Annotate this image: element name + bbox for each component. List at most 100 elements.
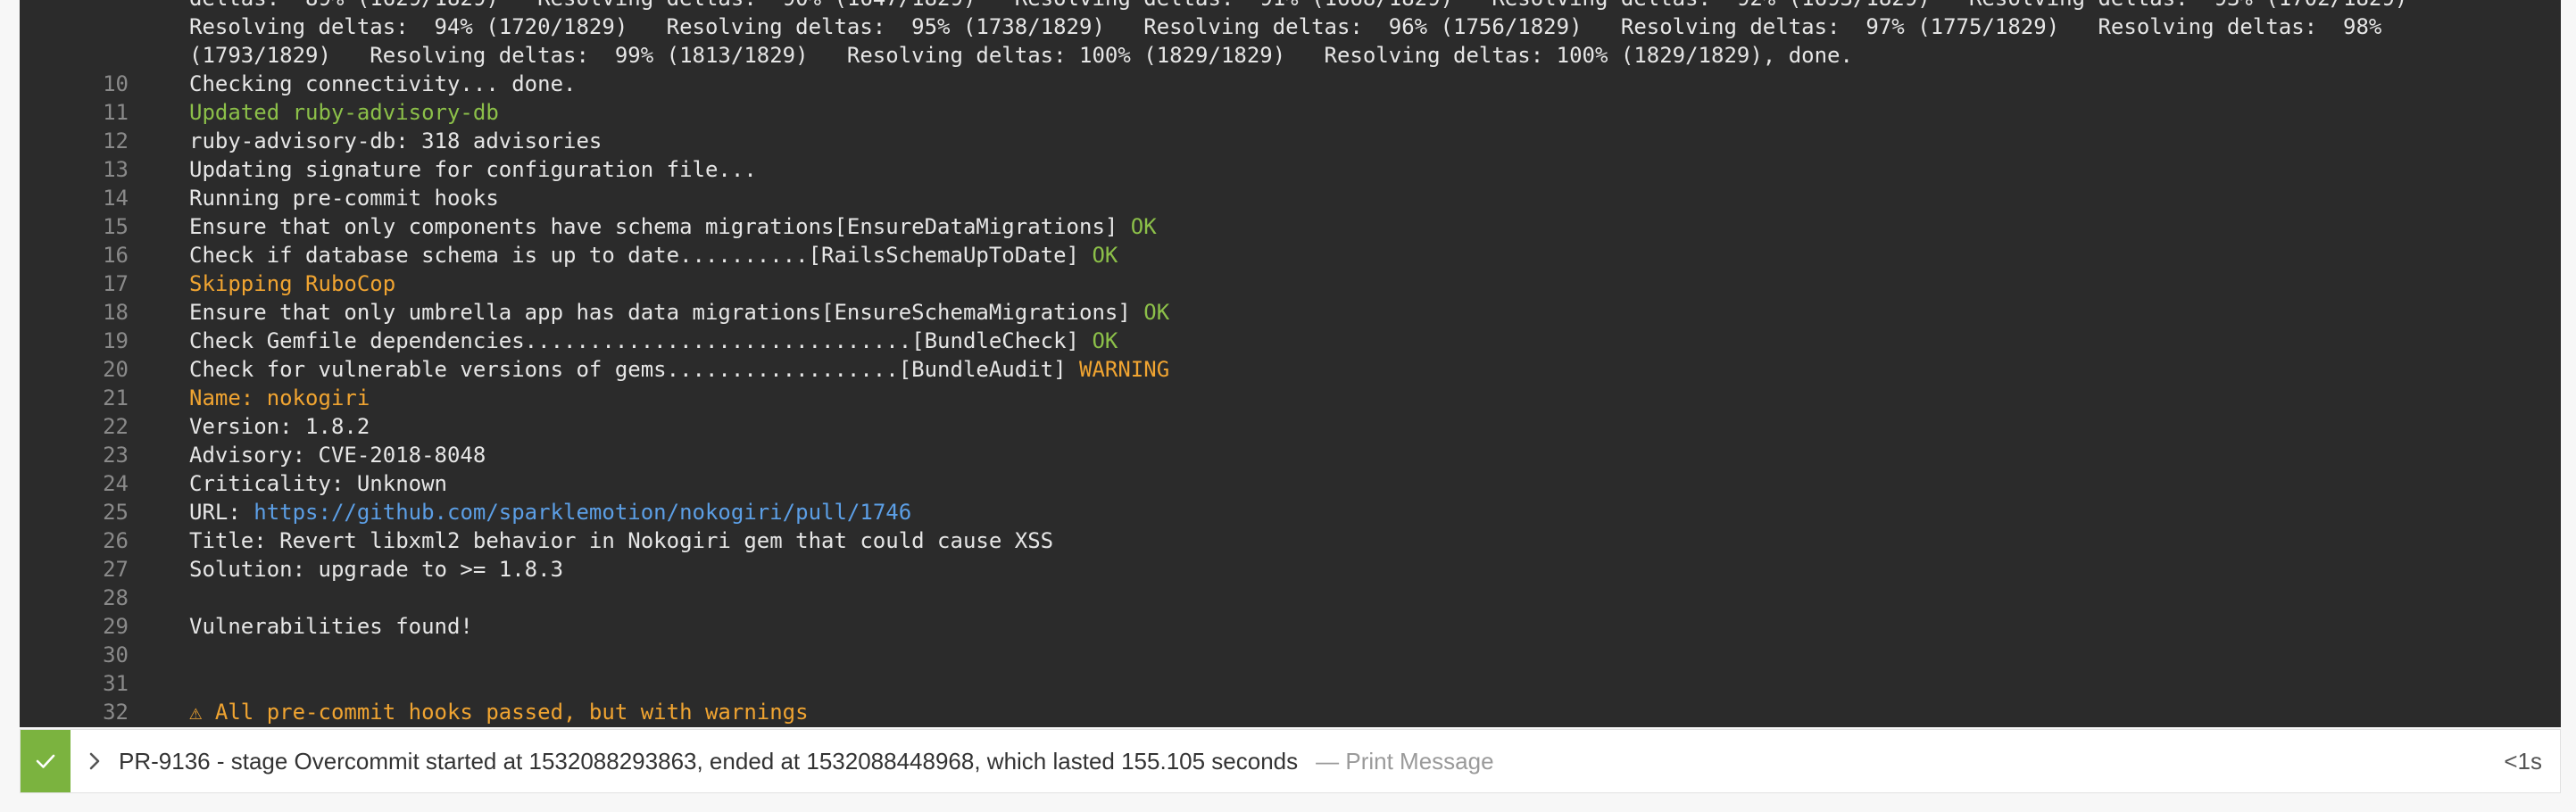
log-segment: OK (1130, 214, 1157, 239)
step-title: PR-9136 - stage Overcommit started at 15… (119, 747, 1299, 775)
line-text: Name: nokogiri (189, 384, 370, 412)
log-line: 32 ⚠ All pre-commit hooks passed, but wit… (20, 698, 2561, 726)
line-text: Checking connectivity... done. (189, 70, 576, 98)
log-segment: Ensure that only umbrella app has data m… (189, 300, 1144, 325)
log-line: 15 Ensure that only components have schem… (20, 212, 2561, 241)
line-text: Ensure that only umbrella app has data m… (189, 298, 1169, 327)
line-text: Updated ruby-advisory-db (189, 98, 499, 127)
line-number[interactable]: 26 (20, 526, 189, 555)
step-duration: <1s (2504, 747, 2542, 775)
log-line: 21 Name: nokogiri (20, 384, 2561, 412)
log-line: 14 Running pre-commit hooks (20, 184, 2561, 212)
line-text: Running pre-commit hooks (189, 184, 499, 212)
log-segment: OK (1143, 300, 1170, 325)
line-text: ⚠ All pre-commit hooks passed, but with … (189, 698, 809, 726)
line-text: Check Gemfile dependencies..............… (189, 327, 1118, 355)
line-number[interactable]: 21 (20, 384, 189, 412)
log-segment: Check Gemfile dependencies..............… (189, 328, 1093, 353)
log-line: 24 Criticality: Unknown (20, 469, 2561, 498)
line-text: Ensure that only components have schema … (189, 212, 1157, 241)
log-segment: OK (1092, 243, 1118, 268)
log-line: 23 Advisory: CVE-2018-8048 (20, 441, 2561, 469)
log-lines: 10 Checking connectivity... done. 11 Update… (20, 70, 2561, 726)
log-line: 16 Check if database schema is up to date… (20, 241, 2561, 269)
log-line: 25 URL: https://github.com/sparklemotion/… (20, 498, 2561, 526)
line-number[interactable]: 27 (20, 555, 189, 584)
log-segment: Checking connectivity... done. (189, 71, 577, 96)
log-segment: Advisory: CVE-2018-8048 (189, 443, 486, 468)
log-segment: ⚠ All pre-commit hooks passed, but with … (189, 700, 809, 725)
log-line: 31 (20, 669, 2561, 698)
log-segment: Check if database schema is up to date..… (189, 243, 1093, 268)
log-line: 29 Vulnerabilities found! (20, 612, 2561, 641)
line-number[interactable]: 19 (20, 327, 189, 355)
log-segment: Criticality: Unknown (189, 471, 447, 496)
line-number[interactable]: 28 (20, 584, 189, 612)
log-segment: Title: Revert libxml2 behavior in Nokogi… (189, 528, 1054, 553)
log-segment: Skipping RuboCop (189, 271, 396, 296)
line-text: Advisory: CVE-2018-8048 (189, 441, 486, 469)
log-segment: URL: (189, 500, 254, 525)
line-text: ruby-advisory-db: 318 advisories (189, 127, 602, 155)
log-line: 17 Skipping RuboCop (20, 269, 2561, 298)
log-line: 20 Check for vulnerable versions of gems.… (20, 355, 2561, 384)
log-line: 13 Updating signature for configuration f… (20, 155, 2561, 184)
console-log: deltas: 89% (1629/1829) Resolving deltas… (20, 0, 2561, 727)
log-line: 30 (20, 641, 2561, 669)
stage-step-row[interactable]: PR-9136 - stage Overcommit started at 15… (20, 729, 2561, 793)
log-wrapped-line: (1793/1829) Resolving deltas: 99% (1813/… (189, 43, 1853, 68)
log-line: 27 Solution: upgrade to >= 1.8.3 (20, 555, 2561, 584)
line-number[interactable]: 29 (20, 612, 189, 641)
log-wrapped-line: deltas: 89% (1629/1829) Resolving deltas… (20, 0, 2561, 12)
line-number[interactable]: 31 (20, 669, 189, 698)
log-segment: Name: nokogiri (189, 385, 370, 410)
log-line: 12 ruby-advisory-db: 318 advisories (20, 127, 2561, 155)
log-segment: Running pre-commit hooks (189, 186, 499, 211)
log-line: 18 Ensure that only umbrella app has data… (20, 298, 2561, 327)
check-icon (21, 730, 71, 792)
line-number[interactable]: 11 (20, 98, 189, 127)
log-line: 28 (20, 584, 2561, 612)
print-message-label: — Print Message (1316, 747, 1494, 775)
line-number[interactable]: 17 (20, 269, 189, 298)
log-segment: WARNING (1079, 357, 1170, 382)
line-text: Vulnerabilities found! (189, 612, 473, 641)
log-link[interactable]: https://github.com/sparklemotion/nokogir… (253, 500, 911, 525)
log-segment: Solution: upgrade to >= 1.8.3 (189, 557, 564, 582)
line-number[interactable]: 15 (20, 212, 189, 241)
line-text: Skipping RuboCop (189, 269, 395, 298)
line-number[interactable]: 32 (20, 698, 189, 726)
line-number[interactable]: 24 (20, 469, 189, 498)
log-segment: Updating signature for configuration fil… (189, 157, 757, 182)
line-number[interactable]: 23 (20, 441, 189, 469)
log-segment: Vulnerabilities found! (189, 614, 473, 639)
line-number[interactable]: 30 (20, 641, 189, 669)
line-number[interactable]: 14 (20, 184, 189, 212)
line-text: Title: Revert libxml2 behavior in Nokogi… (189, 526, 1053, 555)
line-text: Check for vulnerable versions of gems...… (189, 355, 1169, 384)
log-line: 10 Checking connectivity... done. (20, 70, 2561, 98)
console-content: deltas: 89% (1629/1829) Resolving deltas… (20, 0, 2561, 726)
log-segment: Check for vulnerable versions of gems...… (189, 357, 1079, 382)
log-wrapped-line: Resolving deltas: 94% (1720/1829) Resolv… (189, 14, 2382, 39)
log-line: 11 Updated ruby-advisory-db (20, 98, 2561, 127)
line-number[interactable]: 13 (20, 155, 189, 184)
log-segment: ruby-advisory-db: 318 advisories (189, 128, 602, 153)
line-text: Version: 1.8.2 (189, 412, 370, 441)
line-text: Criticality: Unknown (189, 469, 447, 498)
log-line: 22 Version: 1.8.2 (20, 412, 2561, 441)
line-number[interactable]: 25 (20, 498, 189, 526)
log-line: 26 Title: Revert libxml2 behavior in Noko… (20, 526, 2561, 555)
chevron-right-icon[interactable] (88, 751, 101, 771)
line-text: Updating signature for configuration fil… (189, 155, 757, 184)
line-number[interactable]: 16 (20, 241, 189, 269)
line-number[interactable]: 20 (20, 355, 189, 384)
log-segment: OK (1092, 328, 1118, 353)
log-segment: Updated ruby-advisory-db (189, 100, 499, 125)
line-text: Solution: upgrade to >= 1.8.3 (189, 555, 563, 584)
line-number[interactable]: 18 (20, 298, 189, 327)
line-number[interactable]: 10 (20, 70, 189, 98)
line-number[interactable]: 12 (20, 127, 189, 155)
log-segment: Ensure that only components have schema … (189, 214, 1131, 239)
line-number[interactable]: 22 (20, 412, 189, 441)
